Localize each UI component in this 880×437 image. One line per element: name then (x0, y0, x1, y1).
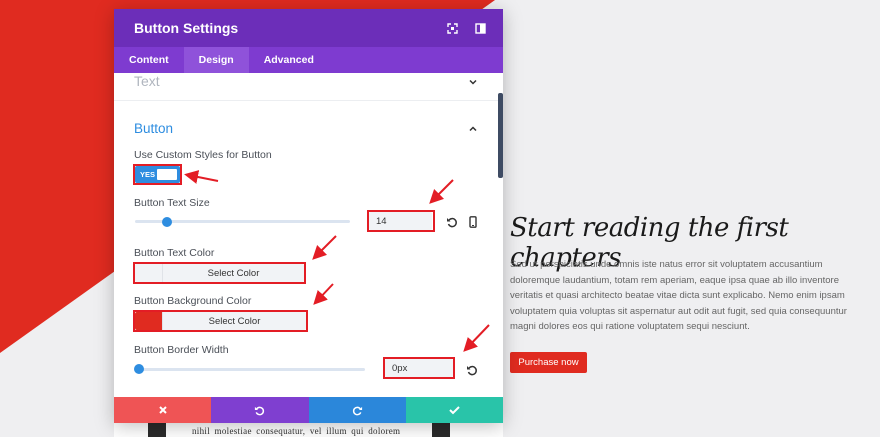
bg-color-label: Button Background Color (134, 295, 252, 307)
modal-header: Button Settings (114, 9, 503, 47)
border-width-slider-handle[interactable] (134, 364, 144, 374)
modal-footer (114, 397, 503, 423)
section-divider (114, 100, 498, 101)
text-size-slider-handle[interactable] (162, 217, 172, 227)
reset-icon[interactable] (446, 216, 458, 228)
tab-advanced[interactable]: Advanced (249, 47, 329, 73)
chevron-down-icon[interactable] (468, 77, 478, 87)
chevron-up-icon[interactable] (468, 124, 478, 134)
redo-icon (352, 406, 362, 415)
fullscreen-icon[interactable] (445, 21, 459, 35)
section-text-header[interactable]: Text (134, 73, 160, 89)
discard-button[interactable] (114, 397, 212, 423)
annotation-box (133, 310, 308, 332)
annotation-box (383, 357, 455, 379)
annotation-box (133, 262, 306, 284)
mobile-device-icon[interactable] (467, 216, 479, 228)
sidebar-toggle-icon[interactable] (473, 21, 487, 35)
text-color-label: Button Text Color (134, 247, 215, 259)
x-icon (158, 406, 167, 414)
design-panel: Text Button Use Custom Styles for Button… (114, 73, 503, 397)
page-body-text: Sed ut perspiciatis unde omnis iste natu… (510, 259, 847, 332)
purchase-button[interactable]: Purchase now (510, 352, 587, 373)
save-button[interactable] (405, 397, 503, 423)
tab-content[interactable]: Content (114, 47, 184, 73)
custom-styles-label: Use Custom Styles for Button (134, 149, 272, 161)
border-width-slider-track[interactable] (135, 368, 365, 371)
modal-tabs: Content Design Advanced (114, 47, 503, 73)
button-settings-modal: Button Settings Content Design Advanced … (114, 9, 503, 423)
modal-title: Button Settings (134, 20, 239, 36)
border-width-label: Button Border Width (134, 344, 229, 356)
annotation-box (367, 210, 435, 232)
text-size-label: Button Text Size (134, 197, 210, 209)
tab-design[interactable]: Design (183, 47, 249, 73)
undo-button[interactable] (211, 397, 309, 423)
undo-icon (255, 406, 265, 415)
scrollbar[interactable] (498, 93, 503, 178)
reset-icon[interactable] (466, 364, 478, 376)
page-bottom-text: nihil molestiae consequatur, vel illum q… (192, 426, 401, 436)
redo-button[interactable] (308, 397, 406, 423)
check-icon (449, 406, 460, 415)
section-button-header[interactable]: Button (134, 121, 173, 136)
annotation-box (133, 164, 182, 185)
